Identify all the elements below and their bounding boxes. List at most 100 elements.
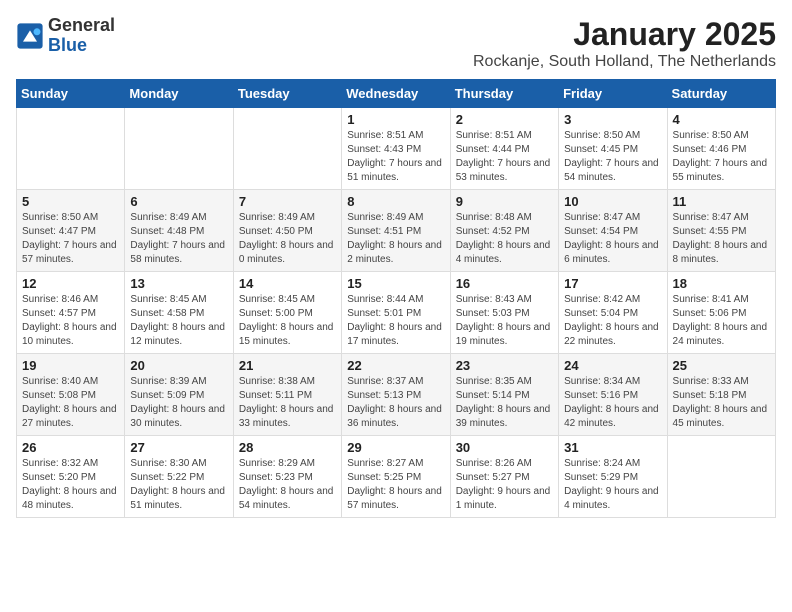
day-number: 14 [239,276,336,291]
day-info: Sunrise: 8:49 AMSunset: 4:50 PMDaylight:… [239,211,336,267]
day-number: 1 [347,112,444,127]
day-info: Sunrise: 8:43 AMSunset: 5:03 PMDaylight:… [456,293,553,349]
day-number: 3 [564,112,661,127]
day-number: 8 [347,194,444,209]
day-number: 29 [347,440,444,455]
calendar-cell: 26 Sunrise: 8:32 AMSunset: 5:20 PMDayligh… [17,436,125,518]
calendar-cell: 16 Sunrise: 8:43 AMSunset: 5:03 PMDayligh… [450,272,558,354]
calendar-cell: 23Sunrise: 8:35 AMSunset: 5:14 PMDayligh… [450,354,558,436]
day-number: 26 [22,440,119,455]
calendar-day-header: Tuesday [233,80,341,108]
day-number: 10 [564,194,661,209]
title-block: January 2025 Rockanje, South Holland, Th… [473,16,776,71]
calendar-cell: 29 Sunrise: 8:27 AMSunset: 5:25 PMDayligh… [342,436,450,518]
calendar-cell [667,436,775,518]
day-info: Sunrise: 8:27 AMSunset: 5:25 PMDaylight:… [347,457,444,513]
page-header: General Blue January 2025 Rockanje, Sout… [16,16,776,71]
calendar-day-header: Wednesday [342,80,450,108]
calendar-table: SundayMondayTuesdayWednesdayThursdayFrid… [16,79,776,518]
calendar-cell: 5 Sunrise: 8:50 AMSunset: 4:47 PMDaylight… [17,190,125,272]
calendar-week-row: 19 Sunrise: 8:40 AMSunset: 5:08 PMDayligh… [17,354,776,436]
day-info: Sunrise: 8:26 AMSunset: 5:27 PMDaylight:… [456,457,553,513]
logo: General Blue [16,16,115,56]
calendar-cell: 22 Sunrise: 8:37 AMSunset: 5:13 PMDayligh… [342,354,450,436]
day-number: 18 [673,276,770,291]
day-info: Sunrise: 8:49 AMSunset: 4:48 PMDaylight:… [130,211,227,267]
day-info: Sunrise: 8:35 AMSunset: 5:14 PMDaylight:… [456,375,553,431]
calendar-cell: 30Sunrise: 8:26 AMSunset: 5:27 PMDayligh… [450,436,558,518]
day-number: 21 [239,358,336,373]
day-number: 20 [130,358,227,373]
calendar-week-row: 5 Sunrise: 8:50 AMSunset: 4:47 PMDaylight… [17,190,776,272]
day-info: Sunrise: 8:44 AMSunset: 5:01 PMDaylight:… [347,293,444,349]
day-number: 7 [239,194,336,209]
day-info: Sunrise: 8:45 AMSunset: 5:00 PMDaylight:… [239,293,336,349]
day-number: 22 [347,358,444,373]
calendar-header-row: SundayMondayTuesdayWednesdayThursdayFrid… [17,80,776,108]
calendar-day-header: Thursday [450,80,558,108]
calendar-cell: 9 Sunrise: 8:48 AMSunset: 4:52 PMDaylight… [450,190,558,272]
day-number: 16 [456,276,553,291]
day-number: 9 [456,194,553,209]
day-number: 4 [673,112,770,127]
day-info: Sunrise: 8:37 AMSunset: 5:13 PMDaylight:… [347,375,444,431]
day-number: 19 [22,358,119,373]
calendar-cell: 13Sunrise: 8:45 AMSunset: 4:58 PMDayligh… [125,272,233,354]
calendar-cell: 1Sunrise: 8:51 AMSunset: 4:43 PMDaylight… [342,108,450,190]
calendar-cell: 10Sunrise: 8:47 AMSunset: 4:54 PMDayligh… [559,190,667,272]
day-info: Sunrise: 8:33 AMSunset: 5:18 PMDaylight:… [673,375,770,431]
calendar-day-header: Friday [559,80,667,108]
calendar-week-row: 26 Sunrise: 8:32 AMSunset: 5:20 PMDayligh… [17,436,776,518]
day-info: Sunrise: 8:50 AMSunset: 4:47 PMDaylight:… [22,211,119,267]
day-info: Sunrise: 8:24 AMSunset: 5:29 PMDaylight:… [564,457,661,513]
calendar-cell: 11 Sunrise: 8:47 AMSunset: 4:55 PMDayligh… [667,190,775,272]
calendar-cell: 27Sunrise: 8:30 AMSunset: 5:22 PMDayligh… [125,436,233,518]
calendar-cell: 6 Sunrise: 8:49 AMSunset: 4:48 PMDaylight… [125,190,233,272]
calendar-week-row: 1Sunrise: 8:51 AMSunset: 4:43 PMDaylight… [17,108,776,190]
day-info: Sunrise: 8:30 AMSunset: 5:22 PMDaylight:… [130,457,227,513]
calendar-subtitle: Rockanje, South Holland, The Netherlands [473,53,776,71]
calendar-cell: 17 Sunrise: 8:42 AMSunset: 5:04 PMDayligh… [559,272,667,354]
calendar-cell: 2Sunrise: 8:51 AMSunset: 4:44 PMDaylight… [450,108,558,190]
day-number: 31 [564,440,661,455]
day-info: Sunrise: 8:48 AMSunset: 4:52 PMDaylight:… [456,211,553,267]
calendar-day-header: Saturday [667,80,775,108]
calendar-cell [17,108,125,190]
calendar-day-header: Sunday [17,80,125,108]
day-info: Sunrise: 8:39 AMSunset: 5:09 PMDaylight:… [130,375,227,431]
calendar-cell: 21Sunrise: 8:38 AMSunset: 5:11 PMDayligh… [233,354,341,436]
day-number: 5 [22,194,119,209]
day-info: Sunrise: 8:42 AMSunset: 5:04 PMDaylight:… [564,293,661,349]
calendar-cell: 18Sunrise: 8:41 AMSunset: 5:06 PMDayligh… [667,272,775,354]
day-number: 12 [22,276,119,291]
day-info: Sunrise: 8:49 AMSunset: 4:51 PMDaylight:… [347,211,444,267]
day-number: 28 [239,440,336,455]
day-info: Sunrise: 8:47 AMSunset: 4:55 PMDaylight:… [673,211,770,267]
day-info: Sunrise: 8:50 AMSunset: 4:46 PMDaylight:… [673,129,770,185]
calendar-cell: 31 Sunrise: 8:24 AMSunset: 5:29 PMDayligh… [559,436,667,518]
calendar-week-row: 12Sunrise: 8:46 AMSunset: 4:57 PMDayligh… [17,272,776,354]
calendar-cell: 20 Sunrise: 8:39 AMSunset: 5:09 PMDayligh… [125,354,233,436]
logo-text: General Blue [48,16,115,56]
day-number: 25 [673,358,770,373]
day-number: 24 [564,358,661,373]
calendar-cell: 7 Sunrise: 8:49 AMSunset: 4:50 PMDaylight… [233,190,341,272]
calendar-cell [233,108,341,190]
calendar-cell: 4 Sunrise: 8:50 AMSunset: 4:46 PMDaylight… [667,108,775,190]
day-info: Sunrise: 8:29 AMSunset: 5:23 PMDaylight:… [239,457,336,513]
calendar-cell: 8 Sunrise: 8:49 AMSunset: 4:51 PMDaylight… [342,190,450,272]
calendar-cell: 24Sunrise: 8:34 AMSunset: 5:16 PMDayligh… [559,354,667,436]
calendar-cell: 15 Sunrise: 8:44 AMSunset: 5:01 PMDayligh… [342,272,450,354]
calendar-day-header: Monday [125,80,233,108]
calendar-cell [125,108,233,190]
calendar-title: January 2025 [473,16,776,53]
day-info: Sunrise: 8:32 AMSunset: 5:20 PMDaylight:… [22,457,119,513]
day-number: 15 [347,276,444,291]
calendar-cell: 12Sunrise: 8:46 AMSunset: 4:57 PMDayligh… [17,272,125,354]
day-number: 6 [130,194,227,209]
day-number: 11 [673,194,770,209]
logo-icon [16,22,44,50]
day-info: Sunrise: 8:40 AMSunset: 5:08 PMDaylight:… [22,375,119,431]
day-number: 17 [564,276,661,291]
calendar-cell: 28 Sunrise: 8:29 AMSunset: 5:23 PMDayligh… [233,436,341,518]
